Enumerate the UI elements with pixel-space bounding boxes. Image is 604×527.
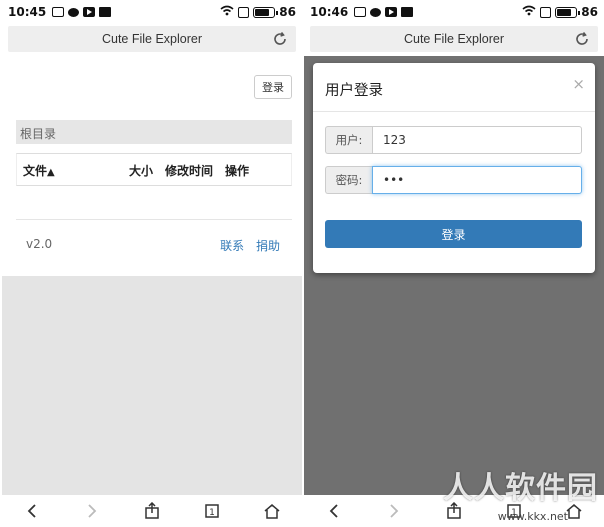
file-explorer-page: 登录 根目录 文件▲ 大小 修改时间 操作 v2.0 联系 捐助 <box>2 56 302 276</box>
battery-level: 86 <box>581 5 598 19</box>
column-size-header[interactable]: 大小 <box>129 162 153 179</box>
wifi-icon <box>220 5 234 19</box>
battery-level: 86 <box>279 5 296 19</box>
forward-icon[interactable] <box>80 499 104 523</box>
refresh-icon[interactable] <box>272 31 288 47</box>
watermark-url: www.kkx.net <box>497 510 568 523</box>
app-bar: Cute File Explorer <box>310 26 598 52</box>
home-icon[interactable] <box>260 499 284 523</box>
file-table-header: 文件▲ 大小 修改时间 操作 <box>16 153 292 186</box>
right-phone-screen: 10:46 86 Cute File Explorer 用户登录 × 用户: 1… <box>304 0 604 527</box>
back-icon[interactable] <box>322 499 346 523</box>
nav-bar: 1 <box>2 495 302 527</box>
username-group: 用户: 123 <box>325 126 582 154</box>
sort-up-icon: ▲ <box>47 167 55 178</box>
close-icon[interactable]: × <box>572 75 585 93</box>
breadcrumb: 根目录 <box>16 120 292 144</box>
username-input[interactable]: 123 <box>372 126 582 154</box>
modal-divider <box>313 111 595 112</box>
contact-link[interactable]: 联系 <box>220 239 244 253</box>
site-watermark: 人人软件园 <box>443 471 598 506</box>
left-phone-screen: 10:45 86 Cute File Explorer 登录 根目录 文件▲ 大… <box>2 0 302 527</box>
wifi-icon <box>522 5 536 19</box>
screen-icon <box>540 6 552 18</box>
app-bar: Cute File Explorer <box>8 26 296 52</box>
battery-icon <box>253 6 279 18</box>
modal-title: 用户登录 <box>325 83 383 99</box>
column-name-header[interactable]: 文件▲ <box>23 162 55 179</box>
password-input[interactable]: ••• <box>372 166 582 194</box>
page-footer: v2.0 联系 捐助 <box>16 219 292 259</box>
notification-icon <box>52 7 65 17</box>
breadcrumb-root[interactable]: 根目录 <box>20 127 56 141</box>
video-icon <box>385 7 398 17</box>
notification-icon <box>354 7 367 17</box>
screen-icon <box>238 6 250 18</box>
submit-login-button[interactable]: 登录 <box>325 220 582 248</box>
svg-text:1: 1 <box>209 508 215 518</box>
username-label: 用户: <box>325 126 372 154</box>
status-bar: 10:45 86 <box>2 0 302 24</box>
login-modal: 用户登录 × 用户: 123 密码: ••• 登录 <box>313 63 595 273</box>
login-button[interactable]: 登录 <box>254 75 292 99</box>
status-time: 10:46 <box>310 5 349 19</box>
status-bar: 10:46 86 <box>304 0 604 24</box>
column-ops-header: 操作 <box>225 164 250 178</box>
tabs-icon[interactable]: 1 <box>200 499 224 523</box>
chat-icon <box>68 7 80 17</box>
refresh-icon[interactable] <box>574 31 590 47</box>
battery-icon <box>555 6 581 18</box>
status-time: 10:45 <box>8 5 47 19</box>
donate-link[interactable]: 捐助 <box>256 239 280 253</box>
app-title: Cute File Explorer <box>403 32 505 46</box>
column-name-label: 文件 <box>23 164 48 178</box>
empty-area <box>2 276 302 495</box>
video-icon <box>83 7 96 17</box>
chat-icon <box>370 7 382 17</box>
version-label: v2.0 <box>26 237 53 251</box>
password-label: 密码: <box>325 166 372 194</box>
back-icon[interactable] <box>20 499 44 523</box>
password-group: 密码: ••• <box>325 166 582 194</box>
forward-icon[interactable] <box>382 499 406 523</box>
mail-icon <box>401 7 414 17</box>
mail-icon <box>99 7 112 17</box>
column-mtime-header[interactable]: 修改时间 <box>165 162 213 179</box>
share-icon[interactable] <box>140 499 164 523</box>
app-title: Cute File Explorer <box>101 32 203 46</box>
